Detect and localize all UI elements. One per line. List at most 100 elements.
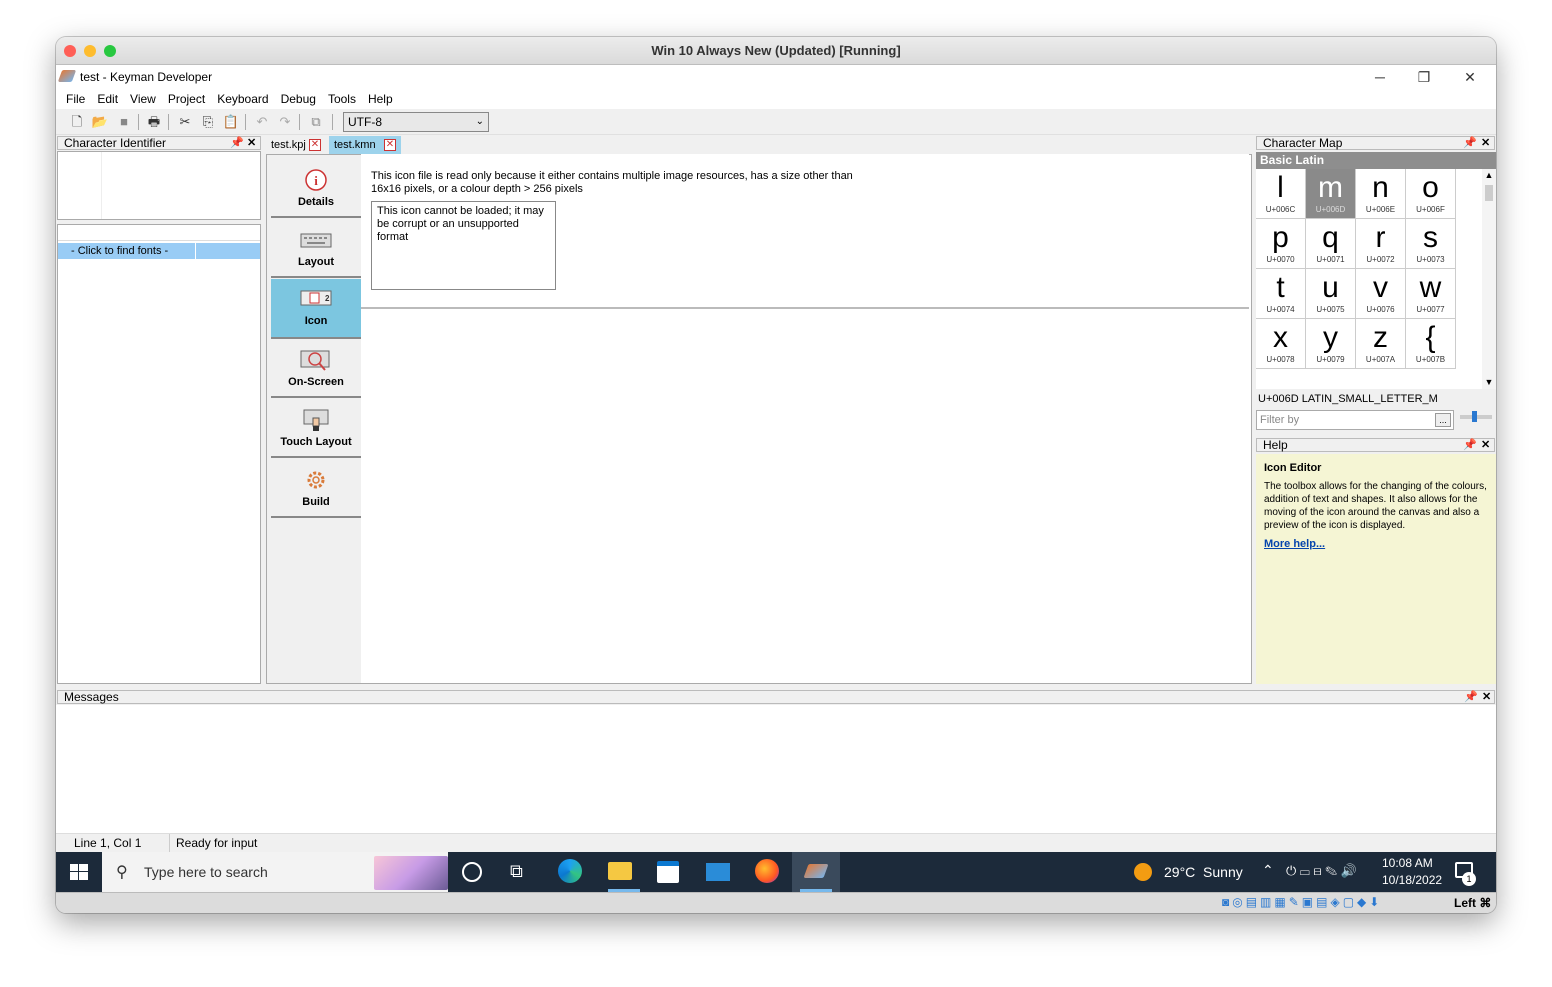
restore-button[interactable]: ❐ <box>1402 65 1446 89</box>
cut-icon[interactable]: ✂ <box>176 113 194 131</box>
app-title: test - Keyman Developer <box>80 70 213 84</box>
close-icon[interactable]: ✕ <box>1481 439 1490 452</box>
undo-icon[interactable]: ↶ <box>253 113 271 131</box>
details-label: Details <box>297 196 335 208</box>
minimize-button[interactable]: ─ <box>1358 65 1402 89</box>
edge-icon[interactable] <box>558 859 582 883</box>
char-cell[interactable]: z U+007A <box>1356 319 1406 369</box>
char-cell[interactable]: u U+0075 <box>1306 269 1356 319</box>
char-cell[interactable]: y U+0079 <box>1306 319 1356 369</box>
close-icon[interactable]: ✕ <box>1481 137 1490 150</box>
vm-device-icons[interactable]: ◙◎▤▥▦✎▣▤◈▢◆⬇ <box>1222 895 1382 909</box>
menu-file[interactable]: File <box>60 89 91 109</box>
scroll-thumb[interactable] <box>1485 185 1493 201</box>
char-cell[interactable]: n U+006E <box>1356 169 1406 219</box>
menu-help[interactable]: Help <box>362 89 399 109</box>
task-view-icon[interactable]: ⧉ <box>510 861 523 882</box>
mail-icon[interactable] <box>706 863 730 881</box>
windows-start-icon[interactable] <box>70 864 88 880</box>
messages-panel[interactable] <box>56 705 1496 833</box>
close-icon[interactable]: ✕ <box>1482 691 1491 704</box>
tab-test-kmn[interactable]: test.kmn ✕ <box>329 136 401 154</box>
redo-icon[interactable]: ↷ <box>276 113 294 131</box>
pin-icon[interactable]: 📌 <box>1463 439 1477 452</box>
char-map-filter[interactable]: Filter by ... <box>1256 410 1454 430</box>
help-panel: Icon Editor The toolbox allows for the c… <box>1256 454 1496 684</box>
side-touch-layout-button[interactable]: Touch Layout <box>271 400 361 458</box>
paste-icon[interactable]: 📋 <box>222 113 240 131</box>
sun-icon <box>1134 863 1152 881</box>
tray-icons[interactable]: ⏻ ▭ ⊟ ✎ 🔊 <box>1286 863 1357 879</box>
file-explorer-icon[interactable] <box>608 862 632 880</box>
menu-view[interactable]: View <box>124 89 162 109</box>
char-cell[interactable]: x U+0078 <box>1256 319 1306 369</box>
scroll-up-icon[interactable]: ▲ <box>1482 169 1496 181</box>
side-build-button[interactable]: Build <box>271 460 361 518</box>
more-help-link[interactable]: More help... <box>1264 538 1488 550</box>
side-layout-button[interactable]: Layout <box>271 220 361 278</box>
onscreen-label: On-Screen <box>288 376 344 388</box>
copy-icon[interactable]: ⎘ <box>199 113 217 131</box>
char-cell[interactable]: p U+0070 <box>1256 219 1306 269</box>
close-icon[interactable]: ✕ <box>247 137 256 150</box>
clock-date[interactable]: 10/18/2022 <box>1382 873 1442 887</box>
window-icon[interactable]: ⧉ <box>307 113 325 131</box>
filter-options-button[interactable]: ... <box>1435 413 1451 427</box>
char-code: U+006C <box>1265 205 1296 214</box>
new-file-icon[interactable]: 🗋 <box>68 113 86 131</box>
save-icon[interactable]: ■ <box>115 113 133 131</box>
menu-tools[interactable]: Tools <box>322 89 362 109</box>
status-text: Ready for input <box>176 836 258 850</box>
zoom-slider[interactable] <box>1460 411 1492 422</box>
pin-icon[interactable]: 📌 <box>1463 137 1477 150</box>
side-onscreen-button[interactable]: On-Screen <box>271 340 361 398</box>
cortana-icon[interactable] <box>462 862 482 882</box>
taskbar-search[interactable]: ⚲ Type here to search <box>102 852 448 892</box>
store-icon[interactable] <box>657 861 679 883</box>
close-tab-icon[interactable]: ✕ <box>309 139 321 151</box>
weather-text[interactable]: 29°C Sunny <box>1164 864 1243 880</box>
char-glyph: p <box>1272 221 1289 254</box>
char-identifier-input[interactable] <box>57 151 261 220</box>
char-cell[interactable]: r U+0072 <box>1356 219 1406 269</box>
keyman-taskbar-button[interactable] <box>792 852 840 892</box>
char-code: U+007A <box>1365 355 1396 364</box>
char-cell[interactable]: v U+0076 <box>1356 269 1406 319</box>
minimize-traffic-light[interactable] <box>84 45 96 57</box>
close-traffic-light[interactable] <box>64 45 76 57</box>
char-map-scrollbar[interactable]: ▲ ▼ <box>1482 169 1496 389</box>
firefox-icon[interactable] <box>755 859 779 883</box>
char-cell[interactable]: w U+0077 <box>1406 269 1456 319</box>
char-glyph: l <box>1277 171 1284 204</box>
char-cell[interactable]: {U+007B <box>1406 319 1456 369</box>
slider-thumb[interactable] <box>1472 411 1477 422</box>
char-cell[interactable]: o U+006F <box>1406 169 1456 219</box>
char-map-grid[interactable]: l U+006C m U+006D n U+006E o U+006F p U+0070 q U+00… <box>1256 169 1496 389</box>
zoom-traffic-light[interactable] <box>104 45 116 57</box>
side-details-button[interactable]: i Details <box>271 160 361 218</box>
chevron-up-icon[interactable]: ⌃ <box>1262 862 1274 879</box>
scroll-down-icon[interactable]: ▼ <box>1482 377 1496 387</box>
window-close-button[interactable]: ✕ <box>1448 65 1492 89</box>
char-cell[interactable]: m U+006D <box>1306 169 1356 219</box>
menu-edit[interactable]: Edit <box>91 89 124 109</box>
char-cell[interactable]: l U+006C <box>1256 169 1306 219</box>
app-title-bar: test - Keyman Developer <box>56 65 1496 89</box>
close-tab-icon[interactable]: ✕ <box>384 139 396 151</box>
open-folder-icon[interactable]: 📂 <box>91 113 109 131</box>
char-cell[interactable]: t U+0074 <box>1256 269 1306 319</box>
menu-debug[interactable]: Debug <box>275 89 322 109</box>
pin-icon[interactable]: 📌 <box>1464 691 1478 704</box>
pin-icon[interactable]: 📌 <box>230 137 244 150</box>
encoding-select[interactable]: UTF-8 ⌄ <box>343 112 489 132</box>
clock-time[interactable]: 10:08 AM <box>1382 856 1433 870</box>
font-list[interactable]: - Click to find fonts - <box>57 224 261 684</box>
print-icon[interactable]: 🖶 <box>145 113 163 131</box>
side-icon-button[interactable]: 2 Icon <box>271 279 361 339</box>
char-cell[interactable]: q U+0071 <box>1306 219 1356 269</box>
menu-keyboard[interactable]: Keyboard <box>211 89 274 109</box>
find-fonts-row[interactable]: - Click to find fonts - <box>58 243 195 259</box>
tab-test-kpj[interactable]: test.kpj ✕ <box>266 136 324 154</box>
char-cell[interactable]: s U+0073 <box>1406 219 1456 269</box>
menu-project[interactable]: Project <box>162 89 211 109</box>
